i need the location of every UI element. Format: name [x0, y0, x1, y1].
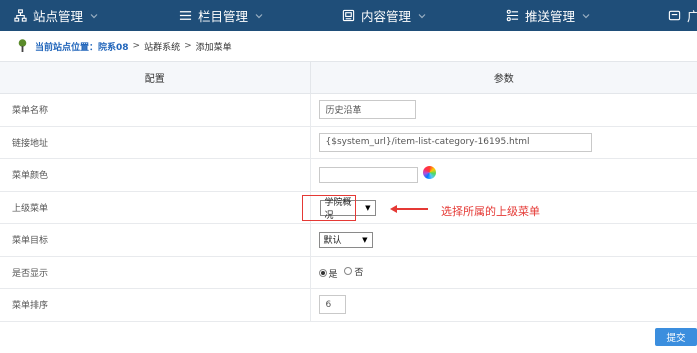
dropdown-arrow-icon: ▼ — [365, 204, 371, 213]
show-yes-label: 是 — [328, 269, 338, 280]
location-pin-icon — [18, 39, 27, 52]
link-url-label: 链接地址 — [0, 126, 311, 159]
link-url-input[interactable] — [318, 132, 592, 152]
breadcrumb-separator: > — [184, 41, 192, 51]
nav-ad-management[interactable]: 广 — [668, 0, 697, 31]
menu-name-label: 菜单名称 — [0, 93, 311, 127]
push-icon — [506, 9, 519, 22]
breadcrumb-page: 添加菜单 — [195, 42, 232, 53]
annotation-highlight-box — [302, 195, 356, 221]
annotation-arrow-icon — [390, 205, 428, 213]
header-param: 参数 — [310, 61, 697, 94]
menu-color-label: 菜单颜色 — [0, 158, 311, 192]
parent-menu-label: 上级菜单 — [0, 191, 311, 224]
nav-column-management[interactable]: 栏目管理 — [179, 0, 269, 31]
nav-content-label: 内容管理 — [361, 9, 412, 24]
nav-column-label: 栏目管理 — [198, 9, 249, 24]
table-row: 链接地址 — [0, 126, 697, 159]
breadcrumb-current-site[interactable]: 当前站点位置：院系08 — [35, 40, 129, 53]
menu-target-label: 菜单目标 — [0, 223, 311, 257]
content-icon — [342, 9, 355, 22]
table-row: 菜单名称 — [0, 93, 697, 127]
radio-unchecked-icon — [344, 267, 353, 276]
menu-name-input[interactable] — [318, 100, 416, 120]
table-row: 菜单目标 默认 ▼ — [0, 223, 697, 257]
nav-ad-label: 广 — [687, 9, 697, 24]
breadcrumb: 当前站点位置：院系08 > 站群系统 > 添加菜单 — [18, 38, 232, 54]
menu-order-input[interactable] — [318, 295, 346, 315]
sitemap-icon — [14, 9, 27, 22]
header-config: 配置 — [0, 61, 311, 94]
ad-icon — [668, 10, 681, 21]
menu-order-label: 菜单排序 — [0, 288, 311, 322]
table-row: 菜单排序 — [0, 288, 697, 322]
table-header-row: 配置 参数 — [0, 61, 697, 94]
nav-push-management[interactable]: 推送管理 — [506, 0, 596, 31]
radio-checked-icon — [318, 269, 327, 278]
show-yes-radio[interactable]: 是 — [318, 267, 338, 280]
color-picker-icon[interactable] — [423, 165, 437, 179]
nav-push-label: 推送管理 — [525, 9, 576, 24]
table-row: 是否显示 是 否 — [0, 256, 697, 289]
top-navigation: 站点管理 栏目管理 内容管理 推送管理 广 — [0, 0, 697, 31]
menu-target-value: 默认 — [323, 236, 342, 247]
chevron-down-icon — [582, 13, 590, 18]
chevron-down-icon — [90, 13, 98, 18]
chevron-down-icon — [255, 13, 263, 18]
breadcrumb-separator: > — [132, 41, 141, 51]
show-menu-label: 是否显示 — [0, 256, 311, 289]
show-no-label: 否 — [354, 267, 364, 278]
breadcrumb-system[interactable]: 站群系统 — [144, 40, 180, 53]
submit-button[interactable]: 提交 — [655, 328, 697, 346]
nav-site-management[interactable]: 站点管理 — [14, 0, 104, 31]
menu-config-table: 配置 参数 菜单名称 链接地址 菜单颜色 上级菜单 学院概况 ▼ 菜单目标 默认… — [0, 61, 697, 322]
menu-color-input[interactable] — [318, 166, 418, 183]
dropdown-arrow-icon: ▼ — [362, 235, 368, 244]
nav-site-label: 站点管理 — [33, 9, 84, 24]
nav-content-management[interactable]: 内容管理 — [342, 0, 432, 31]
table-row: 菜单颜色 — [0, 158, 697, 192]
menu-target-select[interactable]: 默认 ▼ — [318, 231, 373, 248]
list-icon — [179, 11, 192, 20]
annotation-text: 选择所属的上级菜单 — [441, 205, 540, 218]
show-no-radio[interactable]: 否 — [344, 265, 363, 278]
chevron-down-icon — [418, 13, 426, 18]
